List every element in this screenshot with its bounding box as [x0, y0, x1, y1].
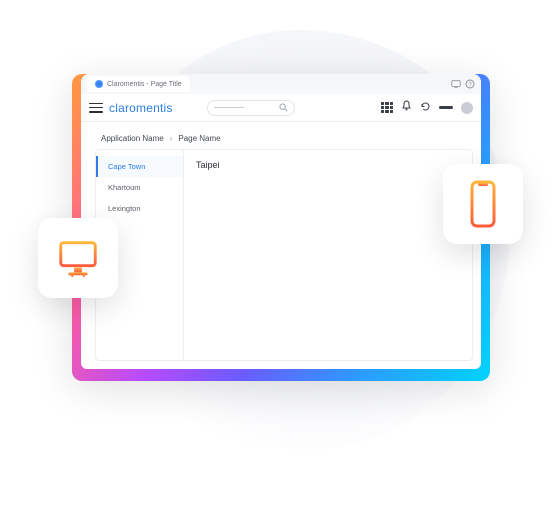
apps-grid-icon[interactable]: [381, 102, 393, 114]
chevron-right-icon: ›: [170, 134, 173, 143]
sidebar-item-lexington[interactable]: Lexington: [96, 198, 183, 219]
menu-icon[interactable]: [89, 101, 103, 115]
help-icon[interactable]: ?: [465, 79, 475, 89]
browser-tab-title: Claromentis - Page Title: [107, 81, 182, 88]
main-panel: Cape Town Khartoum Lexington Taipei: [95, 149, 473, 361]
refresh-icon[interactable]: [420, 99, 431, 117]
search-icon: [279, 99, 288, 117]
breadcrumb-page[interactable]: Page Name: [178, 134, 220, 143]
device-preview-icon[interactable]: [451, 79, 461, 89]
app-topbar: claromentis: [81, 94, 481, 122]
user-menu-bar[interactable]: [439, 106, 453, 109]
bell-icon[interactable]: [401, 99, 412, 117]
main-area: Taipei: [184, 150, 472, 360]
breadcrumb: Application Name › Page Name: [95, 130, 473, 149]
sidebar-item-label: Lexington: [108, 204, 141, 213]
search-placeholder-line: [214, 107, 244, 109]
favicon-icon: [95, 80, 103, 88]
user-avatar[interactable]: [461, 102, 473, 114]
browser-viewport: Claromentis - Page Title ? claromentis: [81, 74, 481, 369]
sidebar-item-khartoum[interactable]: Khartoum: [96, 177, 183, 198]
sidebar-item-cape-town[interactable]: Cape Town: [96, 156, 183, 177]
browser-tab[interactable]: Claromentis - Page Title: [87, 76, 190, 92]
browser-window: Claromentis - Page Title ? claromentis: [72, 74, 490, 381]
mobile-device-card: [443, 164, 523, 244]
browser-tab-strip: Claromentis - Page Title ?: [81, 74, 481, 94]
page-title: Taipei: [196, 160, 460, 170]
brand-logo[interactable]: claromentis: [109, 101, 173, 115]
content-area: Application Name › Page Name Cape Town K…: [81, 122, 481, 369]
sidebar-item-label: Khartoum: [108, 183, 141, 192]
topbar-actions: [381, 99, 473, 117]
search-input[interactable]: [207, 100, 295, 116]
desktop-device-card: [38, 218, 118, 298]
sidebar-item-label: Cape Town: [108, 162, 145, 171]
breadcrumb-app[interactable]: Application Name: [101, 134, 164, 143]
mobile-phone-icon: [465, 178, 501, 230]
desktop-monitor-icon: [55, 235, 101, 281]
